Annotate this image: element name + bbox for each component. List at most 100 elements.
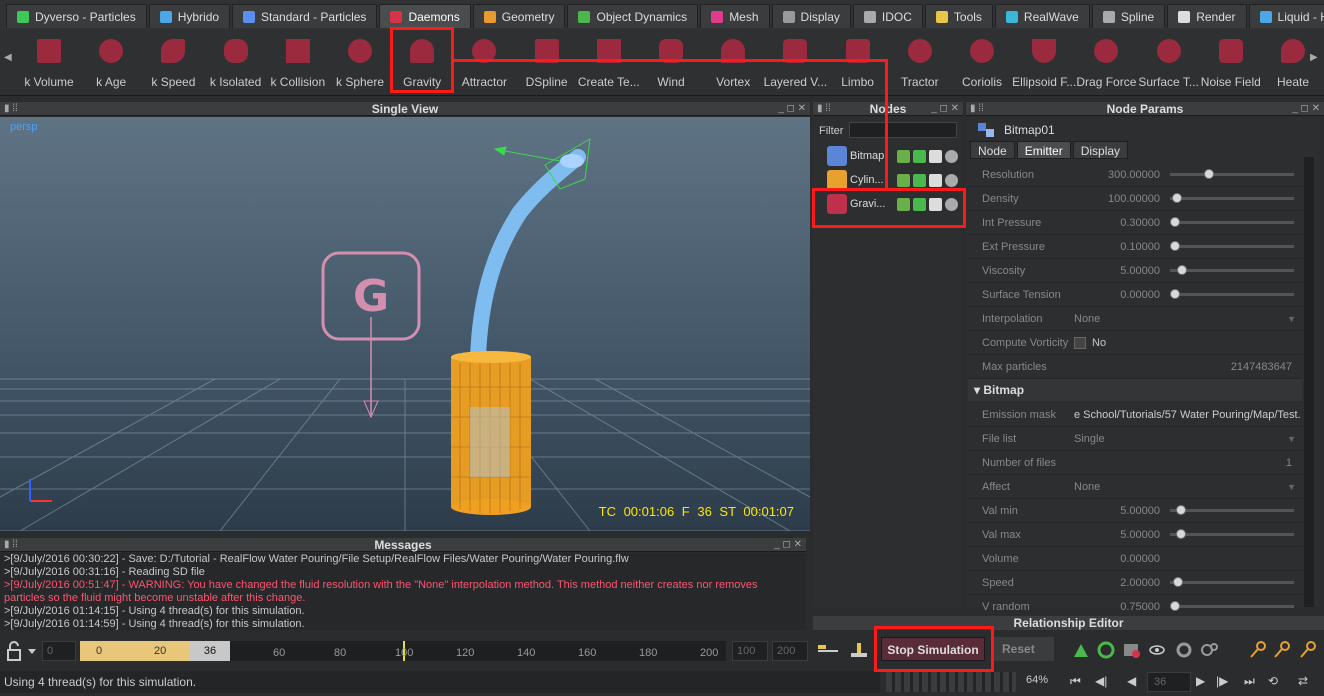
key-frame-icon[interactable] [816, 641, 840, 661]
filter-input[interactable] [849, 122, 957, 138]
shelf-item-attractor[interactable]: Attractor [451, 34, 517, 92]
slider-knob[interactable] [1175, 505, 1186, 515]
slider-knob[interactable] [1170, 289, 1180, 299]
params-scrollbar[interactable] [1304, 157, 1314, 607]
slider-knob[interactable] [1204, 169, 1215, 179]
reset-button[interactable]: Reset [994, 637, 1054, 661]
tab-object-dynamics[interactable]: Object Dynamics [567, 4, 699, 28]
edit-icon[interactable] [897, 173, 910, 187]
params-tab-emitter[interactable]: Emitter [1016, 141, 1071, 159]
cylinder-object[interactable] [451, 351, 531, 515]
shelf-item-k-volume[interactable]: k Volume [16, 34, 82, 92]
slider-knob[interactable] [1172, 193, 1183, 203]
shelf-item-drag-force[interactable]: Drag Force [1073, 34, 1139, 92]
shelf-item-wind[interactable]: Wind [638, 34, 704, 92]
step-back-icon[interactable]: ◀| [1095, 674, 1107, 688]
param-slider[interactable] [1170, 265, 1294, 275]
gear-link-icon[interactable] [1175, 641, 1193, 659]
param-dropdown[interactable]: Single [1070, 433, 1300, 445]
param-slider[interactable] [1170, 289, 1294, 299]
tab-display[interactable]: Display [771, 4, 851, 28]
panel-window-controls-icon[interactable]: _ ◻ ✕ [778, 102, 806, 116]
timeline-max-field[interactable]: 200 [772, 641, 808, 661]
step-forward-icon[interactable]: |▶ [1216, 674, 1228, 688]
compute-vorticity-checkbox[interactable] [1074, 336, 1086, 349]
simulate-icon[interactable] [1072, 641, 1090, 659]
shelf-item-layered-vortex[interactable]: Layered V... [762, 34, 828, 92]
slider-knob[interactable] [1173, 577, 1184, 587]
tab-geometry[interactable]: Geometry [472, 4, 566, 28]
node-row[interactable]: Bitmap [827, 145, 963, 167]
tab-render[interactable]: Render [1167, 4, 1247, 28]
shelf-item-coriolis[interactable]: Coriolis [949, 34, 1015, 92]
param-value[interactable]: 5.00000 [1070, 505, 1164, 517]
shelf-item-k-isolated[interactable]: k Isolated [203, 34, 269, 92]
param-value[interactable]: 0.75000 [1070, 601, 1164, 613]
bounce-icon[interactable]: ⇄ [1298, 674, 1308, 688]
play-backward-icon[interactable]: ◀ [1127, 674, 1136, 688]
panel-grip-icon[interactable]: ▮ ⁞⁞ [970, 102, 984, 116]
gear-icon[interactable] [945, 149, 958, 163]
emission-mask-field[interactable]: e School/Tutorials/57 Water Pouring/Map/… [1070, 409, 1300, 421]
tab-dyverso-particles[interactable]: Dyverso - Particles [6, 4, 147, 28]
shelf-item-dspline[interactable]: DSpline [514, 34, 580, 92]
param-value[interactable]: 100.00000 [1070, 193, 1164, 205]
visibility-icon[interactable] [1148, 641, 1166, 659]
param-slider[interactable] [1170, 505, 1294, 515]
tab-hybrido[interactable]: Hybrido [148, 4, 231, 28]
param-value[interactable]: 0.10000 [1070, 241, 1164, 253]
cube-visibility-icon[interactable] [929, 173, 942, 187]
timeline-start-field[interactable]: 0 [42, 641, 76, 661]
param-value[interactable]: 0.30000 [1070, 217, 1164, 229]
param-dropdown[interactable]: None [1070, 313, 1300, 325]
slider-knob[interactable] [1170, 241, 1180, 251]
edit-icon[interactable] [897, 149, 910, 163]
shelf-item-noise-field[interactable]: Noise Field [1198, 34, 1264, 92]
slider-knob[interactable] [1170, 601, 1180, 611]
slider-knob[interactable] [1176, 265, 1187, 275]
param-slider[interactable] [1170, 601, 1294, 611]
key-remove-icon[interactable] [1298, 641, 1316, 659]
slider-knob[interactable] [1170, 217, 1180, 227]
timeline-end-field[interactable]: 100 [732, 641, 768, 661]
shelf-item-ellipsoid-force[interactable]: Ellipsoid F... [1011, 34, 1077, 92]
panel-window-controls-icon[interactable]: _ ◻ ✕ [931, 102, 959, 116]
shelf-item-heater[interactable]: Heate [1260, 34, 1324, 92]
loop-icon[interactable]: ⟲ [1268, 674, 1278, 688]
gear-icon[interactable] [945, 173, 958, 187]
cache-icon[interactable] [1097, 641, 1115, 659]
simulate-toggle-icon[interactable] [913, 149, 926, 163]
params-tab-display[interactable]: Display [1072, 141, 1129, 159]
panel-grip-icon[interactable]: ▮ ⁞⁞ [4, 538, 18, 552]
lock-icon[interactable] [2, 640, 42, 664]
tab-standard-particles[interactable]: Standard - Particles [232, 4, 378, 28]
current-frame-marker[interactable]: 36 [190, 641, 230, 661]
section-bitmap[interactable]: ▾ Bitmap [968, 379, 1302, 401]
shelf-item-limbo[interactable]: Limbo [825, 34, 891, 92]
param-value[interactable]: 0.00000 [1070, 289, 1164, 301]
gear-connect-icon[interactable] [1200, 641, 1218, 659]
param-value[interactable]: 5.00000 [1070, 265, 1164, 277]
shelf-scroll-left-icon[interactable]: ◀ [4, 52, 12, 63]
param-value[interactable]: 2.00000 [1070, 577, 1164, 589]
cube-visibility-icon[interactable] [929, 149, 942, 163]
panel-grip-icon[interactable]: ▮ ⁞⁞ [4, 102, 18, 116]
go-to-end-icon[interactable]: ⏭ [1244, 674, 1255, 689]
tab-liquid-hybrido[interactable]: Liquid - Hybrido [1248, 4, 1324, 28]
collapse-arrow-icon[interactable]: ▾ [974, 383, 983, 397]
param-slider[interactable] [1170, 193, 1294, 203]
key-icon[interactable] [1248, 641, 1266, 659]
tab-mesh[interactable]: Mesh [700, 4, 770, 28]
go-to-start-icon[interactable]: ⏮ [1070, 674, 1081, 689]
timeline-play-range[interactable]: 0 20 [80, 641, 190, 661]
shelf-item-surface-tension[interactable]: Surface T... [1136, 34, 1202, 92]
param-value[interactable]: 300.00000 [1070, 169, 1164, 181]
tab-spline[interactable]: Spline [1091, 4, 1166, 28]
3d-viewport[interactable]: persp G TC 00:01:06 F 36 ST 00:01:07 [0, 117, 810, 531]
tab-idoc[interactable]: IDOC [852, 4, 923, 28]
param-slider[interactable] [1170, 529, 1294, 539]
panel-window-controls-icon[interactable]: _ ◻ ✕ [774, 538, 802, 552]
panel-window-controls-icon[interactable]: _ ◻ ✕ [1292, 102, 1320, 116]
param-value[interactable]: 0.00000 [1070, 553, 1164, 565]
param-value[interactable]: 5.00000 [1070, 529, 1164, 541]
